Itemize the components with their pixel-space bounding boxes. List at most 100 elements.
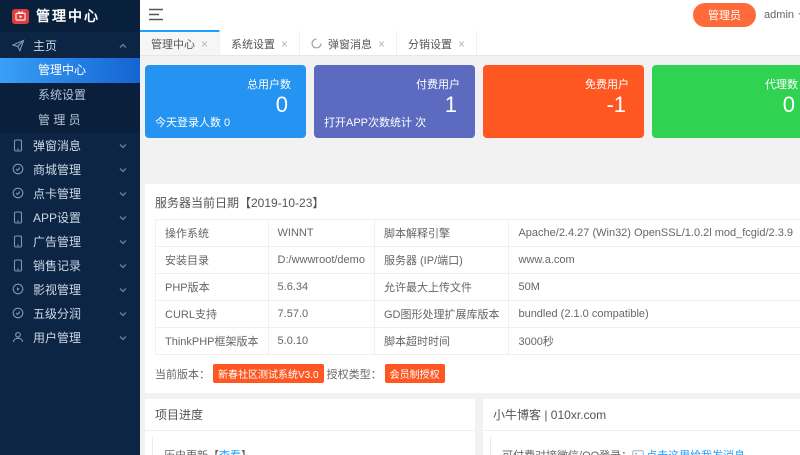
main-area: 管理员 admin 管理中心 × 系统设置 × 弹窗消息 × (140, 0, 800, 455)
table-row: PHP版本 5.6.34 允许最大上传文件 50M (156, 274, 800, 301)
qq-contact-text: 可付费对接微信/QQ登录： (502, 450, 632, 455)
timeline-item: 历史更新【查看】 (164, 439, 475, 455)
close-icon[interactable]: × (281, 38, 288, 50)
view-link[interactable]: 查看 (219, 450, 241, 455)
panel-title: 小牛博客 | 010xr.com (483, 399, 800, 431)
table-cell: D:/wwwroot/demo (268, 247, 374, 274)
tab-popup-message[interactable]: 弹窗消息 × (300, 30, 397, 55)
table-row: 安装目录 D:/wwwroot/demo 服务器 (IP/端口) www.a.c… (156, 247, 800, 274)
version-badge: 新春社区测试系统V3.0 (213, 364, 324, 383)
phone-icon (12, 211, 25, 224)
app-title: 管理中心 (36, 6, 100, 26)
close-icon[interactable]: × (201, 38, 208, 50)
circle-icon (12, 163, 25, 176)
admin-role-button[interactable]: 管理员 (693, 3, 756, 27)
sidebar: 管理中心 主页 管理中心 系统设置 管 理 员 (0, 0, 140, 455)
table-row: CURL支持 7.57.0 GD图形处理扩展库版本 bundled (2.1.0… (156, 301, 800, 328)
table-row: 操作系统 WINNT 脚本解释引擎 Apache/2.4.27 (Win32) … (156, 220, 800, 247)
phone-icon (12, 235, 25, 248)
menu-collapse-icon[interactable] (148, 8, 166, 22)
tab-distribution-settings[interactable]: 分销设置 × (397, 30, 477, 55)
username: admin (764, 9, 794, 21)
table-cell: 脚本超时时间 (374, 328, 509, 355)
chevron-up-icon (118, 40, 128, 50)
chevron-down-icon (118, 140, 128, 150)
sidebar-item-video-manage[interactable]: 影视管理 (0, 277, 140, 301)
table-cell: 操作系统 (156, 220, 269, 247)
chevron-down-icon (118, 332, 128, 342)
chevron-down-icon (118, 212, 128, 222)
card-footer: 今天登录人数 0 (155, 114, 230, 130)
card-label: 免费用户 (483, 65, 644, 92)
send-message-link[interactable]: 点击这里给我发消息 (646, 450, 745, 455)
card-label: 总用户数 (145, 65, 306, 92)
table-cell: PHP版本 (156, 274, 269, 301)
table-cell: 50M (509, 274, 800, 301)
close-icon[interactable]: × (458, 38, 465, 50)
tab-manage-center[interactable]: 管理中心 × (140, 30, 220, 55)
server-info-table: 操作系统 WINNT 脚本解释引擎 Apache/2.4.27 (Win32) … (155, 219, 800, 355)
sidebar-item-label: 用户管理 (33, 329, 110, 346)
sidebar-item-five-level-profit[interactable]: 五级分润 (0, 301, 140, 325)
sidebar-item-manage-center[interactable]: 管理中心 (0, 58, 140, 83)
app-logo: 管理中心 (0, 0, 140, 32)
topbar: 管理员 admin (140, 0, 800, 30)
tab-label: 系统设置 (231, 36, 275, 52)
sidebar-item-popup-message[interactable]: 弹窗消息 (0, 133, 140, 157)
timeline-item: 可付费对接微信/QQ登录： 点击这里给我发消息 (502, 439, 800, 455)
card-value: -1 (483, 92, 644, 117)
card-free-users: 免费用户 -1 (483, 65, 644, 138)
blog-panel: 小牛博客 | 010xr.com 可付费对接微信/QQ登录： 点击这里给我发消息 (483, 399, 800, 455)
sidebar-item-card-manage[interactable]: 点卡管理 (0, 181, 140, 205)
play-circle-icon (12, 283, 25, 296)
project-progress-panel: 项目进度 历史更新【查看】 更新全新UI，待增加功能 修复上传问题，修复所有后台… (145, 399, 475, 455)
table-cell: Apache/2.4.27 (Win32) OpenSSL/1.0.2l mod… (509, 220, 800, 247)
circle-icon (12, 307, 25, 320)
topbar-right: 管理员 admin (693, 3, 800, 27)
send-icon (12, 39, 25, 52)
table-cell: 5.0.10 (268, 328, 374, 355)
card-footer: 打开APP次数统计 次 (324, 114, 426, 130)
table-cell: 脚本解释引擎 (374, 220, 509, 247)
tab-label: 管理中心 (151, 36, 195, 52)
sidebar-item-user-manage[interactable]: 用户管理 (0, 325, 140, 349)
table-cell: 5.6.34 (268, 274, 374, 301)
table-cell: 服务器 (IP/端口) (374, 247, 509, 274)
table-cell: ThinkPHP框架版本 (156, 328, 269, 355)
server-info-panel: 服务器当前日期【2019-10-23】 操作系统 WINNT 脚本解释引擎 Ap… (145, 184, 800, 393)
user-menu[interactable]: admin (764, 9, 800, 21)
chevron-down-icon (118, 284, 128, 294)
sidebar-item-mall-manage[interactable]: 商城管理 (0, 157, 140, 181)
sidebar-item-label: 点卡管理 (33, 185, 110, 202)
sidebar-item-label: APP设置 (33, 209, 110, 226)
history-update-suffix: 】 (241, 450, 252, 455)
tab-system-settings[interactable]: 系统设置 × (220, 30, 300, 55)
sidebar-menu-list: 弹窗消息 商城管理 点卡管理 APP设置 (0, 133, 140, 349)
user-icon (12, 331, 25, 344)
chevron-down-icon (118, 164, 128, 174)
loading-icon (311, 38, 322, 49)
phone-icon (12, 259, 25, 272)
card-total-users: 总用户数 0 今天登录人数 0 (145, 65, 306, 138)
sidebar-item-label: 五级分润 (33, 305, 110, 322)
table-cell: bundled (2.1.0 compatible) (509, 301, 800, 328)
bottom-panels: 项目进度 历史更新【查看】 更新全新UI，待增加功能 修复上传问题，修复所有后台… (145, 399, 800, 455)
card-agent-count: 代理数 0 (652, 65, 800, 138)
close-icon[interactable]: × (378, 38, 385, 50)
version-label: 当前版本： (155, 366, 210, 382)
sidebar-item-app-settings[interactable]: APP设置 (0, 205, 140, 229)
sidebar-item-label: 弹窗消息 (33, 137, 110, 154)
license-label: 授权类型： (327, 366, 382, 382)
sidebar-item-sales-record[interactable]: 销售记录 (0, 253, 140, 277)
circle-icon (12, 187, 25, 200)
sidebar-item-home[interactable]: 主页 (0, 32, 140, 58)
chevron-down-icon (118, 188, 128, 198)
sidebar-item-administrator[interactable]: 管 理 员 (0, 108, 140, 133)
tv-logo-icon (12, 9, 29, 24)
sidebar-item-system-settings[interactable]: 系统设置 (0, 83, 140, 108)
blog-timeline: 可付费对接微信/QQ登录： 点击这里给我发消息 (490, 437, 800, 455)
table-row: ThinkPHP框架版本 5.0.10 脚本超时时间 3000秒 (156, 328, 800, 355)
table-cell: 7.57.0 (268, 301, 374, 328)
sidebar-item-label: 影视管理 (33, 281, 110, 298)
sidebar-item-ad-manage[interactable]: 广告管理 (0, 229, 140, 253)
